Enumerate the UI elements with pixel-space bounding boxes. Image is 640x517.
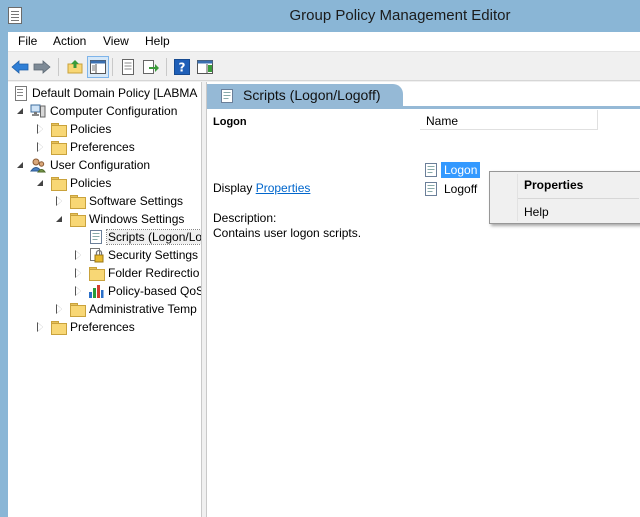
menu-file[interactable]: File xyxy=(16,34,39,48)
menu-view[interactable]: View xyxy=(101,34,131,48)
tree-item-security-settings[interactable]: Security Settings xyxy=(74,246,199,264)
script-item-icon xyxy=(423,162,439,178)
menu-separator xyxy=(518,198,639,199)
folder-icon xyxy=(50,175,67,191)
help-icon[interactable]: ? xyxy=(171,56,193,78)
users-icon xyxy=(30,157,46,173)
folder-icon xyxy=(50,139,67,155)
tree-item-policy-based-qos[interactable]: Policy-based QoS xyxy=(74,282,202,300)
tree-item-label: Windows Settings xyxy=(89,212,185,226)
list-item-label: Logon xyxy=(441,162,481,178)
display-properties-line: Display Properties xyxy=(213,181,310,195)
window-client: File Action View Help ? Default Domain P… xyxy=(8,32,640,517)
pane-header: Scripts (Logon/Logoff) xyxy=(207,82,640,109)
tree-item-windows-settings[interactable]: Windows Settings xyxy=(55,210,185,228)
collapse-arrow-icon[interactable] xyxy=(16,107,25,116)
context-menu: Properties Help xyxy=(489,171,640,224)
tree-item-computer-preferences[interactable]: Preferences xyxy=(36,138,136,156)
properties-link[interactable]: Properties xyxy=(256,181,311,195)
folder-icon xyxy=(50,319,67,335)
tree-item-label: Folder Redirectio xyxy=(108,266,200,280)
menu-item-properties[interactable]: Properties xyxy=(524,178,583,192)
expand-arrow-icon[interactable] xyxy=(74,249,83,260)
tree-item-default-domain-policy[interactable]: Default Domain Policy [LABMA xyxy=(10,84,198,102)
list-item-label: Logoff xyxy=(444,182,478,196)
tree-item-label: Administrative Temp xyxy=(89,302,197,316)
collapse-arrow-icon[interactable] xyxy=(36,179,45,188)
toolbar: ? xyxy=(8,53,640,81)
tree-item-label: Default Domain Policy [LABMA xyxy=(32,86,198,100)
tree-item-label: Computer Configuration xyxy=(50,104,178,118)
tree-item-user-policies[interactable]: Policies xyxy=(36,174,112,192)
menu-item-help[interactable]: Help xyxy=(524,205,549,219)
header-underline xyxy=(207,106,640,109)
tree-item-label: Preferences xyxy=(70,140,135,154)
tree-item-software-settings[interactable]: Software Settings xyxy=(55,192,184,210)
tree-item-label: Policy-based QoS xyxy=(108,284,202,298)
folder-icon xyxy=(69,193,86,209)
back-arrow-icon[interactable] xyxy=(9,56,31,78)
description-text: Contains user logon scripts. xyxy=(213,226,362,240)
folder-icon xyxy=(50,121,67,137)
svg-text:?: ? xyxy=(179,61,186,75)
folder-icon xyxy=(88,265,105,281)
menu-action[interactable]: Action xyxy=(51,34,88,48)
collapse-arrow-icon[interactable] xyxy=(16,161,25,170)
menu-help[interactable]: Help xyxy=(143,34,172,48)
folder-icon xyxy=(69,211,86,227)
computer-icon xyxy=(30,103,46,119)
display-prefix: Display xyxy=(213,181,256,195)
extended-view-heading: Logon xyxy=(213,116,247,128)
toolbar-separator xyxy=(58,58,59,76)
chart-icon xyxy=(88,283,104,299)
tree-item-user-preferences[interactable]: Preferences xyxy=(36,318,136,336)
pane-title: Scripts (Logon/Logoff) xyxy=(243,87,381,103)
tree-item-label: Preferences xyxy=(70,320,135,334)
tree-item-label: Scripts (Logon/Lo xyxy=(105,229,202,245)
toolbar-separator xyxy=(166,58,167,76)
scripts-icon xyxy=(88,229,104,245)
expand-arrow-icon[interactable] xyxy=(36,123,45,134)
up-folder-icon[interactable] xyxy=(64,56,86,78)
title-bar: Group Policy Management Editor xyxy=(0,0,640,32)
toolbar-separator xyxy=(112,58,113,76)
tree-item-user-configuration[interactable]: User Configuration xyxy=(16,156,151,174)
properties-icon[interactable] xyxy=(117,56,139,78)
tree-item-label: Security Settings xyxy=(108,248,199,262)
folder-icon xyxy=(69,301,86,317)
tree-item-computer-configuration[interactable]: Computer Configuration xyxy=(16,102,178,120)
tree-item-label: Policies xyxy=(70,176,112,190)
tree-pane[interactable]: Default Domain Policy [LABMA Computer Co… xyxy=(8,82,202,517)
window-title: Group Policy Management Editor xyxy=(289,7,511,24)
policy-doc-icon xyxy=(12,85,28,101)
tree-item-scripts[interactable]: Scripts (Logon/Lo xyxy=(74,228,202,246)
tree-item-label: Software Settings xyxy=(89,194,184,208)
expand-arrow-icon[interactable] xyxy=(74,285,83,296)
show-action-pane-icon[interactable] xyxy=(194,56,216,78)
show-hide-tree-icon[interactable] xyxy=(87,56,109,78)
description-label: Description: xyxy=(213,211,277,225)
expand-arrow-icon[interactable] xyxy=(74,267,83,278)
scripts-icon xyxy=(220,88,234,104)
security-icon xyxy=(88,247,104,263)
tree-item-administrative-templates[interactable]: Administrative Temp xyxy=(55,300,198,318)
menu-bar: File Action View Help xyxy=(8,32,640,52)
tree-item-label: User Configuration xyxy=(50,158,151,172)
script-item-icon xyxy=(423,181,439,197)
expand-arrow-icon[interactable] xyxy=(55,195,64,206)
collapse-arrow-icon[interactable] xyxy=(55,215,64,224)
expand-arrow-icon[interactable] xyxy=(55,303,64,314)
tree-item-label: Policies xyxy=(70,122,112,136)
details-pane: Scripts (Logon/Logoff) Logon Display Pro… xyxy=(207,82,640,517)
tree-item-folder-redirection[interactable]: Folder Redirectio xyxy=(74,264,200,282)
forward-arrow-icon[interactable] xyxy=(31,56,53,78)
tree-item-computer-policies[interactable]: Policies xyxy=(36,120,112,138)
expand-arrow-icon[interactable] xyxy=(36,321,45,332)
list-item-logon[interactable]: Logon xyxy=(423,161,481,179)
column-header-name[interactable]: Name xyxy=(420,110,598,130)
expand-arrow-icon[interactable] xyxy=(36,141,45,152)
export-list-icon[interactable] xyxy=(140,56,162,78)
list-item-logoff[interactable]: Logoff xyxy=(423,180,480,198)
